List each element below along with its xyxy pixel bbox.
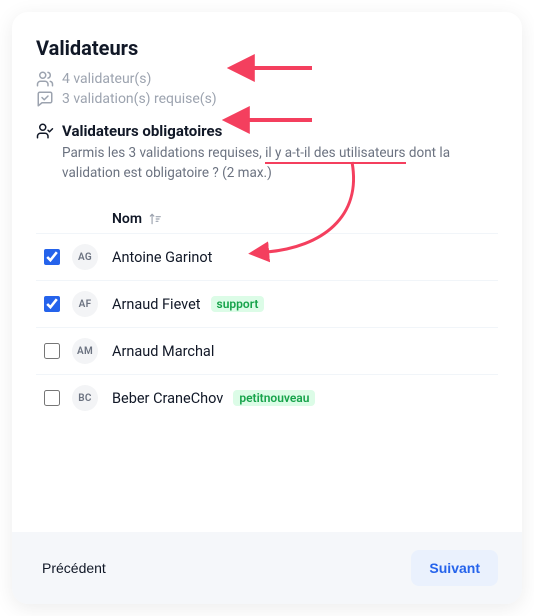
table-header: Nom	[36, 205, 498, 233]
avatar: AM	[72, 338, 98, 364]
table-row: BC Beber CraneChov petitnouveau	[36, 374, 498, 421]
row-checkbox[interactable]	[44, 249, 60, 265]
validators-table: Nom AG Antoine Garinot AF	[36, 205, 498, 421]
row-checkbox[interactable]	[44, 296, 60, 312]
meta-validators-text: 4 validateur(s)	[62, 71, 151, 87]
table-row: AG Antoine Garinot	[36, 233, 498, 280]
validator-name: Arnaud Fievet	[112, 296, 201, 313]
table-row: AF Arnaud Fievet support	[36, 280, 498, 327]
dialog-footer: Précédent Suivant	[12, 532, 522, 604]
section-heading-text: Validateurs obligatoires	[62, 122, 222, 140]
meta-required-count: 3 validation(s) requise(s)	[36, 90, 498, 108]
dialog-content: Validateurs 4 validateur(s) 3 validation…	[12, 12, 522, 532]
validator-name: Arnaud Marchal	[112, 343, 214, 360]
table-row: AM Arnaud Marchal	[36, 327, 498, 374]
validator-tag: petitnouveau	[233, 390, 315, 406]
check-message-icon	[36, 90, 54, 108]
next-button[interactable]: Suivant	[411, 550, 498, 586]
previous-button[interactable]: Précédent	[36, 559, 112, 577]
column-header-label: Nom	[112, 211, 142, 227]
validator-name: Antoine Garinot	[112, 249, 212, 266]
validator-name: Beber CraneChov	[112, 390, 223, 407]
page-title: Validateurs	[36, 36, 498, 60]
users-icon	[36, 70, 54, 88]
avatar: AF	[72, 291, 98, 317]
section-desc-pre: Parmis les 3 validations requises,	[62, 145, 265, 161]
sort-icon	[148, 212, 162, 226]
avatar: AG	[72, 244, 98, 270]
column-header-name[interactable]: Nom	[112, 211, 494, 227]
meta-required-text: 3 validation(s) requise(s)	[62, 91, 217, 107]
meta-validators-count: 4 validateur(s)	[36, 70, 498, 88]
avatar: BC	[72, 385, 98, 411]
dialog-card: Validateurs 4 validateur(s) 3 validation…	[12, 12, 522, 604]
row-checkbox[interactable]	[44, 343, 60, 359]
row-checkbox[interactable]	[44, 390, 60, 406]
section-heading: Validateurs obligatoires	[36, 122, 498, 140]
section-description: Parmis les 3 validations requises, il y …	[62, 144, 498, 183]
validator-tag: support	[211, 296, 265, 312]
section-desc-highlight: il y a-t-il des utilisateurs	[265, 145, 405, 164]
user-check-icon	[36, 122, 54, 140]
